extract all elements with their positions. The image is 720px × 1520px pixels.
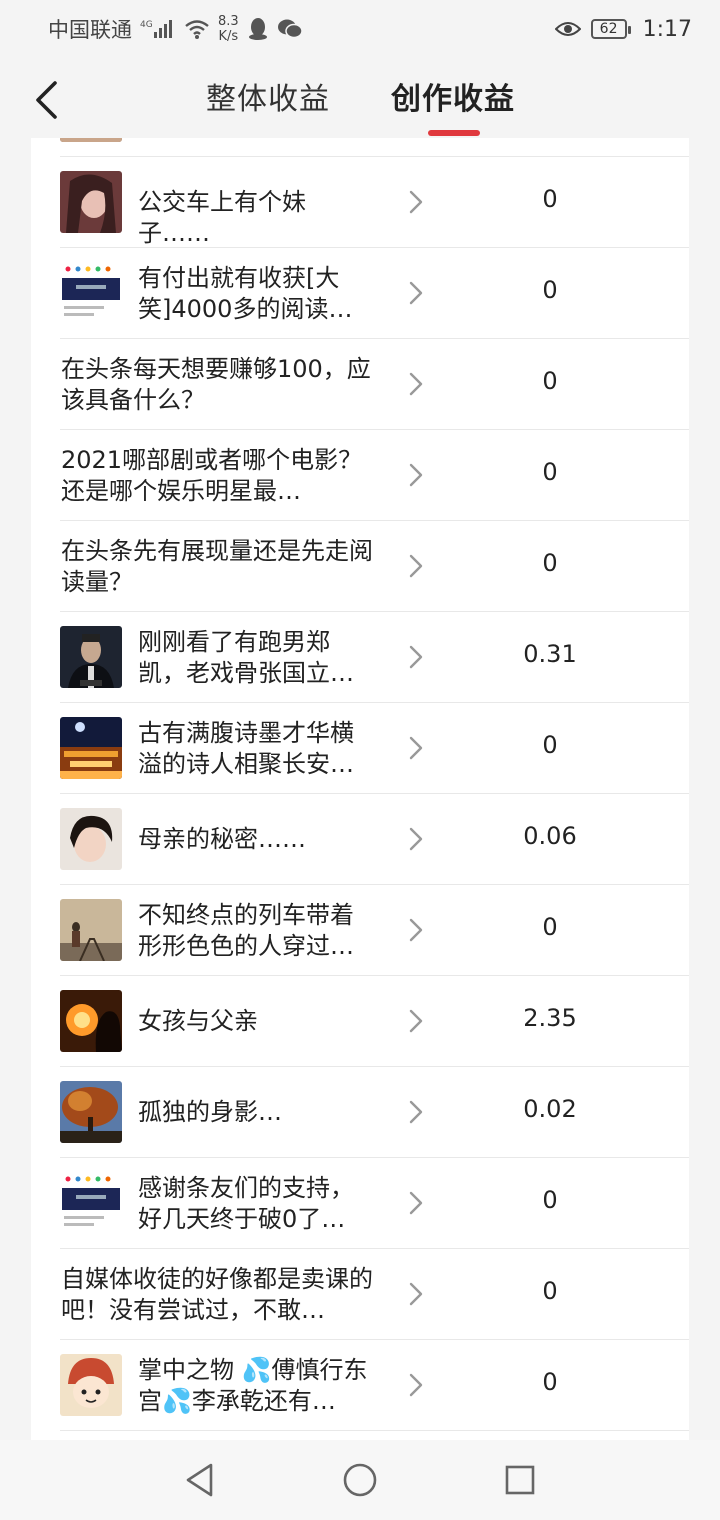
earnings-value: 0 [542, 367, 558, 395]
article-title: 2021哪部剧或者哪个电影？还是哪个娱乐明星最… [61, 446, 363, 505]
eye-icon [554, 19, 581, 39]
chevron-right-icon [407, 1190, 425, 1216]
earnings-value: 0 [542, 1368, 558, 1396]
speed-unit: K/s [218, 29, 239, 44]
chevron-right-icon [407, 553, 425, 579]
article-title: 掌中之物 💦傅慎行东宫💦李承乾还有… [138, 1356, 368, 1415]
back-triangle-icon [186, 1463, 213, 1497]
article-thumbnail [60, 1081, 122, 1143]
chevron-right-icon [407, 1281, 425, 1307]
nav-back-button[interactable] [178, 1458, 222, 1502]
earnings-value: 0 [542, 276, 558, 304]
earnings-value: 0 [542, 458, 558, 486]
earnings-row[interactable]: 古有满腹诗墨才华横溢的诗人相聚长安… 0 [31, 703, 689, 794]
article-title: 有付出就有收获[大笑]4000多的阅读… [138, 264, 353, 323]
earnings-value: 0 [542, 549, 558, 577]
article-thumbnail [60, 899, 122, 961]
earnings-row[interactable]: 在头条每天想要赚够100，应该具备什么？ 0 [31, 339, 689, 430]
earnings-value: 2.35 [523, 1004, 577, 1032]
chevron-right-icon [407, 280, 425, 306]
svg-text:4G: 4G [140, 20, 153, 30]
article-title: 自媒体收徒的好像都是卖课的吧！没有尝试过，不敢… [61, 1265, 373, 1324]
status-right: 62 1:17 [554, 16, 692, 42]
article-thumbnail [60, 717, 122, 779]
earnings-row[interactable]: 孤独的身影… 0.02 [31, 1067, 689, 1158]
carrier-label: 中国联通 [48, 18, 132, 42]
earnings-row[interactable]: 2021哪部剧或者哪个电影？还是哪个娱乐明星最… 0 [31, 430, 689, 521]
chevron-right-icon [407, 1372, 425, 1398]
chevron-right-icon [407, 917, 425, 943]
article-title: 在头条先有展现量还是先走阅读量？ [61, 537, 373, 596]
nav-home-button[interactable] [338, 1458, 382, 1502]
earnings-row[interactable]: … [31, 138, 689, 157]
system-nav-bar [0, 1440, 720, 1520]
earnings-row[interactable]: 自媒体收徒的好像都是卖课的吧！没有尝试过，不敢… 0 [31, 1249, 689, 1340]
article-title: 感谢条友们的支持，好几天终于破0了… [138, 1174, 354, 1233]
qq-icon [247, 17, 269, 41]
chevron-right-icon [407, 826, 425, 852]
article-title: 不知终点的列车带着形形色色的人穿过… [138, 901, 354, 960]
chevron-right-icon [407, 371, 425, 397]
article-title: 刚刚看了有跑男郑凯，老戏骨张国立… [138, 628, 354, 687]
chevron-right-icon [407, 462, 425, 488]
article-thumbnail [60, 262, 122, 324]
article-title: 孤独的身影… [138, 1098, 282, 1126]
earnings-row[interactable]: 刚刚看了有跑男郑凯，老戏骨张国立… 0.31 [31, 612, 689, 703]
article-thumbnail [60, 171, 122, 233]
chevron-left-icon [36, 81, 57, 119]
earnings-row[interactable]: 有付出就有收获[大笑]4000多的阅读… 0 [31, 248, 689, 339]
earnings-row[interactable]: 掌中之物 💦傅慎行东宫💦李承乾还有… 0 [31, 1340, 689, 1431]
earnings-value: 0 [542, 185, 558, 213]
chevron-right-icon [407, 189, 425, 215]
tab-overall-earnings[interactable]: 整体收益 [206, 74, 330, 118]
wechat-icon [277, 18, 303, 40]
header: 整体收益 创作收益 [0, 58, 720, 138]
earnings-value: 0 [542, 913, 558, 941]
earnings-list: …公交车上有个妹子……0有付出就有收获[大笑]4000多的阅读…0在头条每天想要… [31, 138, 689, 1431]
chevron-right-icon [407, 1099, 425, 1125]
article-title: 母亲的秘密…… [138, 825, 306, 853]
article-thumbnail [60, 1354, 122, 1416]
chevron-right-icon [407, 735, 425, 761]
earnings-row[interactable]: 在头条先有展现量还是先走阅读量？ 0 [31, 521, 689, 612]
chevron-right-icon [407, 644, 425, 670]
status-bar: 中国联通 4G 8.3 K/s 62 1:17 [0, 0, 720, 58]
article-title: 在头条每天想要赚够100，应该具备什么？ [61, 355, 371, 414]
earnings-row[interactable]: 感谢条友们的支持，好几天终于破0了… 0 [31, 1158, 689, 1249]
article-thumbnail [60, 990, 122, 1052]
earnings-value: 0.02 [523, 1095, 577, 1123]
tab-creation-earnings[interactable]: 创作收益 [391, 74, 515, 118]
clock: 1:17 [642, 16, 692, 42]
article-title: 古有满腹诗墨才华横溢的诗人相聚长安… [138, 719, 354, 778]
earnings-value: 0 [542, 731, 558, 759]
earnings-value: 0 [542, 1186, 558, 1214]
earnings-list-panel: …公交车上有个妹子……0有付出就有收获[大笑]4000多的阅读…0在头条每天想要… [31, 138, 689, 1440]
back-button[interactable] [26, 78, 66, 122]
signal-icon: 4G [140, 18, 176, 40]
article-thumbnail [60, 138, 122, 142]
network-speed: 8.3 K/s [218, 14, 239, 44]
battery-icon: 62 [590, 19, 631, 39]
earnings-value: 0.31 [523, 640, 577, 668]
earnings-row[interactable]: 公交车上有个妹子…… 0 [31, 157, 689, 248]
speed-value: 8.3 [218, 14, 239, 29]
home-circle-icon [343, 1463, 377, 1497]
earnings-row[interactable]: 女孩与父亲 2.35 [31, 976, 689, 1067]
earnings-value: 0 [542, 1277, 558, 1305]
article-title: 女孩与父亲 [138, 1007, 258, 1035]
article-thumbnail [60, 1172, 122, 1234]
active-tab-indicator [428, 130, 480, 136]
earnings-row[interactable]: 不知终点的列车带着形形色色的人穿过… 0 [31, 885, 689, 976]
article-thumbnail [60, 808, 122, 870]
battery-level: 62 [599, 21, 618, 37]
wifi-icon [184, 18, 210, 40]
recent-square-icon [505, 1465, 535, 1495]
article-thumbnail [60, 626, 122, 688]
earnings-row[interactable]: 母亲的秘密…… 0.06 [31, 794, 689, 885]
article-title: 公交车上有个妹子…… [138, 188, 306, 247]
nav-recent-button[interactable] [498, 1458, 542, 1502]
chevron-right-icon [407, 1008, 425, 1034]
earnings-value: 0.06 [523, 822, 577, 850]
status-left: 中国联通 4G 8.3 K/s [48, 14, 555, 44]
